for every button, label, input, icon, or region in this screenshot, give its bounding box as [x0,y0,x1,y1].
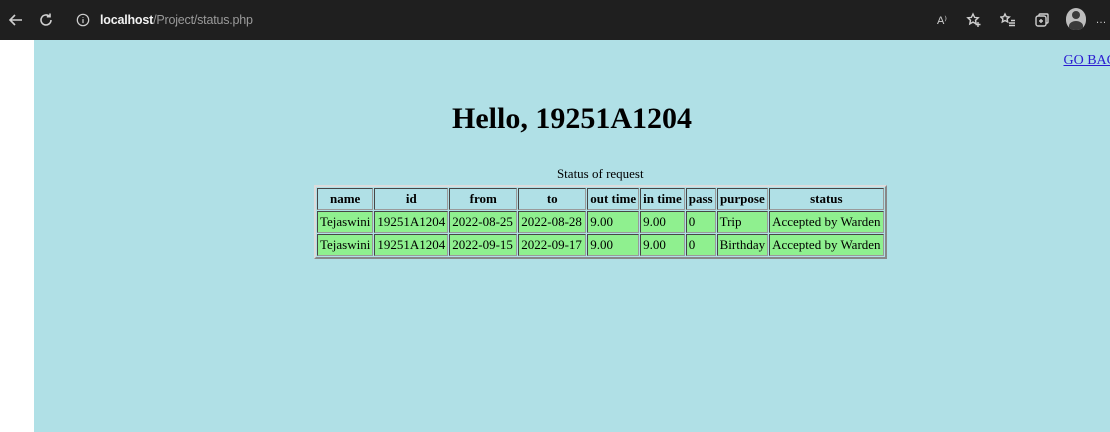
cell-name: Tejaswini [317,234,374,256]
info-icon[interactable] [74,11,92,29]
header-from: from [449,188,518,210]
status-table: Status of request name id from to out ti… [314,166,887,259]
table-row: Tejaswini 19251A1204 2022-08-25 2022-08-… [317,211,884,233]
refresh-icon [40,13,52,26]
cell-to: 2022-08-28 [518,211,587,233]
left-margin-strip [0,0,34,432]
header-out-time: out time [587,188,640,210]
read-aloud-button[interactable]: A⁾ [930,8,954,32]
cell-id: 19251A1204 [374,211,449,233]
url-path: /Project/status.php [153,13,253,27]
collections-button[interactable] [1030,8,1054,32]
refresh-button[interactable] [32,0,60,40]
cell-purpose: Trip [716,211,769,233]
browser-toolbar: localhost/Project/status.php A⁾ … [0,0,1110,40]
more-icon: … [1095,14,1107,26]
cell-to: 2022-09-17 [518,234,587,256]
header-to: to [518,188,587,210]
header-name: name [317,188,374,210]
star-add-icon [966,12,981,27]
read-aloud-icon: A⁾ [936,14,948,27]
header-pass: pass [685,188,716,210]
header-in-time: in time [640,188,685,210]
url-text[interactable]: localhost/Project/status.php [100,13,253,27]
header-purpose: purpose [716,188,769,210]
table-caption: Status of request [556,166,644,181]
add-favorite-button[interactable] [962,8,986,32]
cell-in-time: 9.00 [640,211,685,233]
cell-out-time: 9.00 [587,234,640,256]
more-button[interactable]: … [1092,8,1110,32]
back-button[interactable] [2,0,30,40]
favorites-button[interactable] [996,8,1020,32]
cell-from: 2022-08-25 [449,211,518,233]
cell-in-time: 9.00 [640,234,685,256]
status-table-container: Status of request name id from to out ti… [314,166,887,259]
profile-avatar[interactable] [1066,8,1086,30]
page-content: GO BAC Hello, 19251A1204 Status of reque… [34,40,1110,432]
cell-status: Accepted by Warden [769,211,884,233]
url-host: localhost [100,13,154,27]
cell-out-time: 9.00 [587,211,640,233]
cell-name: Tejaswini [317,211,374,233]
header-status: status [769,188,884,210]
cell-purpose: Birthday [716,234,769,256]
cell-status: Accepted by Warden [769,234,884,256]
cell-pass: 0 [685,211,716,233]
favorites-list-icon [1000,12,1015,27]
header-id: id [374,188,449,210]
back-arrow-icon [8,14,22,26]
address-bar[interactable]: localhost/Project/status.php [74,6,926,34]
cell-from: 2022-09-15 [449,234,518,256]
table-header-row: name id from to out time in time pass pu… [317,188,884,210]
cell-id: 19251A1204 [374,234,449,256]
collections-icon [1035,13,1049,27]
table-row: Tejaswini 19251A1204 2022-09-15 2022-09-… [317,234,884,256]
go-back-link[interactable]: GO BAC [1063,53,1110,69]
cell-pass: 0 [685,234,716,256]
page-greeting: Hello, 19251A1204 [452,102,692,135]
